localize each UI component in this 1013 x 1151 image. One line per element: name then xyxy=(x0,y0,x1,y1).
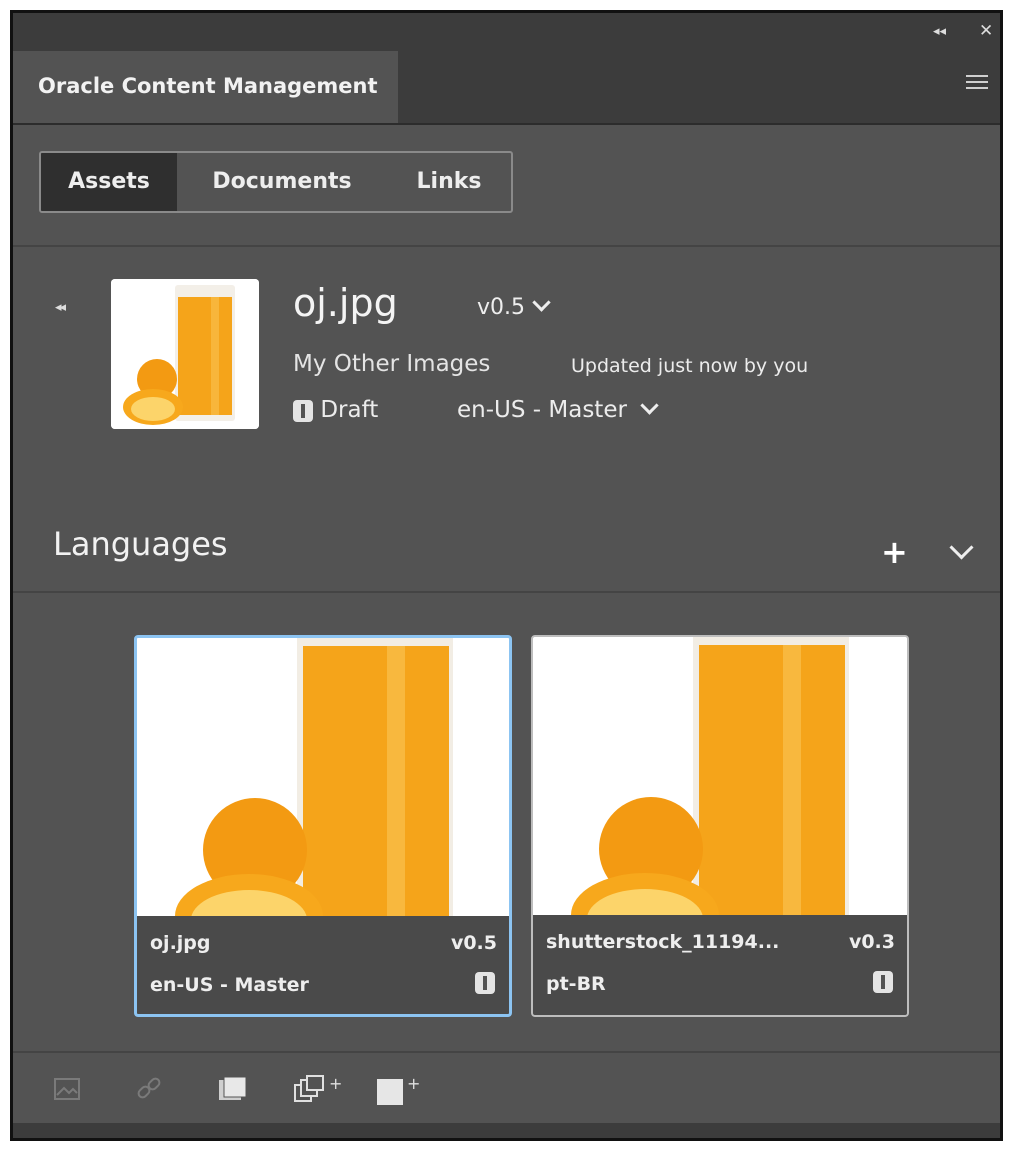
chevron-down-icon xyxy=(640,396,659,415)
add-language-icon[interactable]: + xyxy=(881,533,908,571)
view-tabs: Assets Documents Links xyxy=(39,151,513,213)
version-label: v0.5 xyxy=(477,295,526,320)
info-icon xyxy=(475,972,495,994)
chevron-down-icon[interactable] xyxy=(949,535,974,560)
language-card[interactable]: oj.jpg v0.5 en-US - Master xyxy=(134,635,512,1017)
orange-juice-image xyxy=(111,279,259,429)
image-icon[interactable] xyxy=(53,1075,81,1103)
divider xyxy=(13,1051,1000,1053)
card-image xyxy=(137,638,509,916)
svg-text:+: + xyxy=(329,1075,342,1093)
orange-juice-image xyxy=(533,637,907,915)
double-chevron-left-icon[interactable]: ◂◂ xyxy=(933,24,946,39)
version-dropdown[interactable]: v0.5 xyxy=(477,293,551,320)
info-icon xyxy=(873,971,893,993)
stack-icon[interactable] xyxy=(217,1075,249,1103)
close-icon[interactable]: ✕ xyxy=(979,21,993,41)
svg-text:+: + xyxy=(407,1075,420,1093)
link-icon[interactable] xyxy=(135,1075,163,1103)
panel-tab-row: Oracle Content Management xyxy=(13,51,1000,125)
tab-documents[interactable]: Documents xyxy=(177,153,387,211)
tab-assets[interactable]: Assets xyxy=(41,153,177,211)
card-version: v0.3 xyxy=(848,931,895,953)
language-card[interactable]: shutterstock_11194... v0.3 pt-BR xyxy=(531,635,909,1017)
card-locale: en-US - Master xyxy=(150,974,309,996)
asset-name: oj.jpg xyxy=(293,281,398,325)
locale-dropdown[interactable]: en-US - Master xyxy=(457,396,659,423)
status-badge: Draft xyxy=(293,397,378,423)
duplicate-plus-icon[interactable]: + xyxy=(293,1075,345,1103)
info-icon xyxy=(293,399,313,422)
frame-plus-icon[interactable]: + xyxy=(375,1075,427,1107)
panel-titlebar: ◂◂ ✕ xyxy=(13,13,1000,51)
card-name: oj.jpg xyxy=(150,932,211,954)
card-version: v0.5 xyxy=(450,932,497,954)
tab-links[interactable]: Links xyxy=(387,153,511,211)
hamburger-menu-icon[interactable] xyxy=(966,75,988,93)
status-label: Draft xyxy=(320,397,379,423)
card-image xyxy=(533,637,907,915)
panel-tab-title[interactable]: Oracle Content Management xyxy=(13,51,398,123)
collapse-icon[interactable]: ◂◂ xyxy=(55,300,66,315)
chevron-down-icon xyxy=(532,293,551,312)
card-name: shutterstock_11194... xyxy=(546,931,780,953)
asset-folder: My Other Images xyxy=(293,351,491,377)
languages-title: Languages xyxy=(53,525,228,563)
oracle-content-panel: ◂◂ ✕ Oracle Content Management Assets Do… xyxy=(10,10,1003,1141)
resize-handle[interactable] xyxy=(13,1123,1000,1138)
divider xyxy=(13,245,1000,247)
asset-updated: Updated just now by you xyxy=(571,355,809,377)
card-locale: pt-BR xyxy=(546,973,606,995)
divider xyxy=(13,591,1000,593)
asset-thumbnail xyxy=(111,279,259,429)
locale-label: en-US - Master xyxy=(457,397,627,423)
orange-juice-image xyxy=(137,638,509,916)
